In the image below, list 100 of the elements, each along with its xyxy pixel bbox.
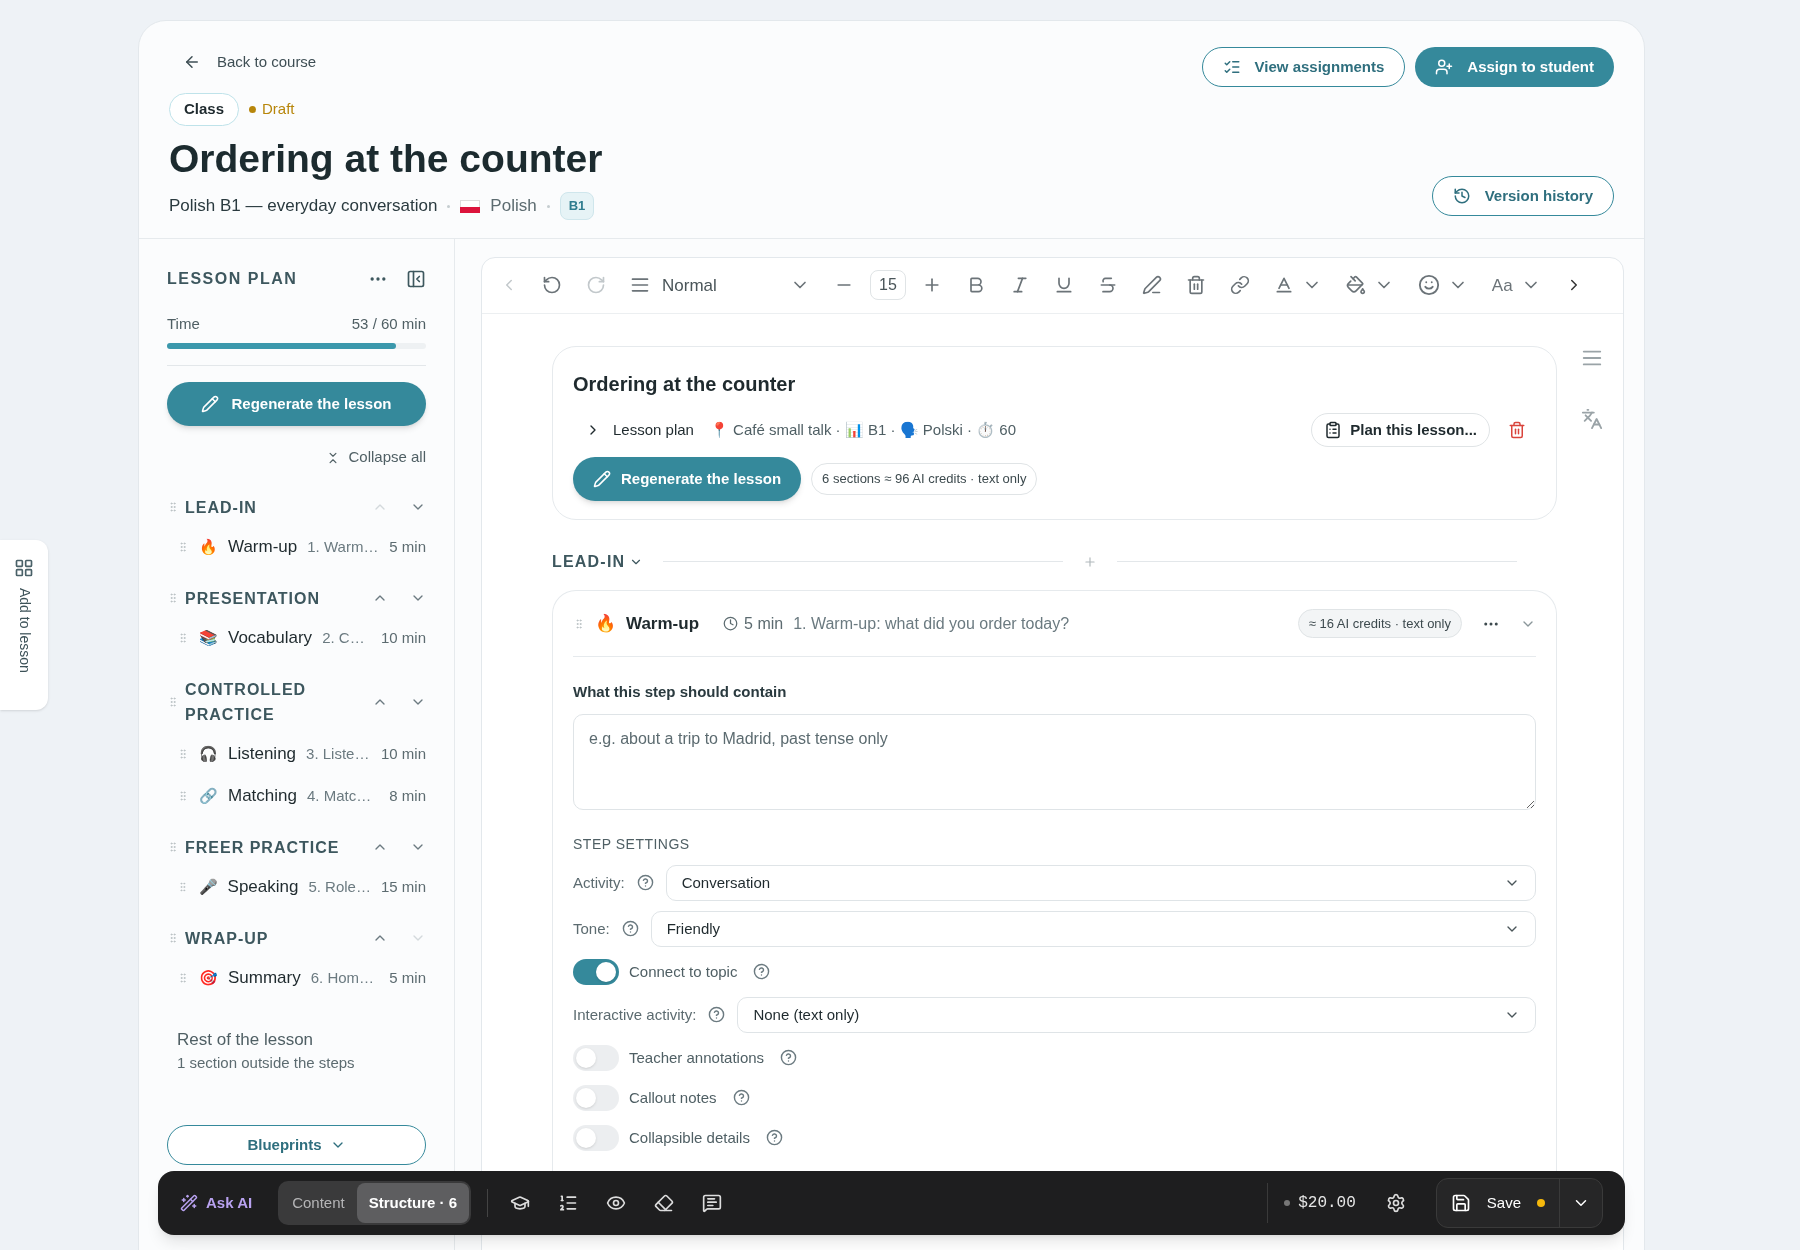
assign-button[interactable]: Assign to student	[1415, 47, 1614, 87]
step-item[interactable]: 🔥 Warm-up 1. Warm… 5 min	[167, 531, 426, 562]
help-icon[interactable]	[708, 1006, 726, 1024]
step-name: Matching	[228, 785, 297, 808]
lesson-plan-label[interactable]: Lesson plan	[613, 418, 694, 442]
step-item[interactable]: 🎯 Summary 6. Hom… 5 min	[167, 962, 426, 993]
drag-handle-icon[interactable]	[573, 617, 585, 630]
save-button[interactable]: Save	[1436, 1191, 1559, 1215]
back-link[interactable]: Back to course	[183, 47, 603, 77]
eraser-icon[interactable]	[654, 1193, 675, 1213]
level-badge: B1	[559, 192, 595, 220]
setting-select[interactable]: Conversation	[665, 864, 1536, 901]
drag-handle-icon[interactable]	[167, 592, 179, 605]
drag-handle-icon[interactable]	[177, 789, 189, 802]
step-description: 5. Role…	[308, 876, 371, 897]
numbered-list-icon[interactable]	[558, 1193, 579, 1213]
pencil-icon	[201, 395, 220, 414]
lesson-plan-heading: LESSON PLAN	[167, 268, 298, 289]
section-title: LEAD-IN	[185, 497, 258, 518]
pen-icon[interactable]	[1141, 275, 1162, 296]
trash-icon[interactable]	[1185, 275, 1206, 296]
delete-icon[interactable]	[1508, 420, 1526, 439]
help-icon[interactable]	[753, 963, 771, 981]
drag-handle-icon[interactable]	[167, 695, 179, 708]
text-case-button[interactable]: Aa	[1491, 272, 1513, 299]
drag-handle-icon[interactable]	[177, 747, 189, 760]
step-emoji: 🎤	[198, 876, 218, 897]
setting-select[interactable]: None (text only)	[737, 996, 1536, 1033]
step-duration: 8 min	[389, 785, 426, 806]
help-icon[interactable]	[765, 1129, 783, 1147]
step-duration: 15 min	[380, 876, 426, 897]
undo-icon[interactable]	[542, 275, 562, 296]
setting-label: Activity:	[573, 872, 625, 893]
page-title: Ordering at the counter	[169, 135, 603, 182]
link-icon[interactable]	[1229, 275, 1250, 296]
card-title: Ordering at the counter	[573, 371, 797, 397]
setting-select[interactable]: Friendly	[650, 910, 1536, 947]
highlight-icon[interactable]	[1345, 275, 1366, 296]
drag-handle-icon[interactable]	[177, 971, 189, 984]
drag-handle-icon[interactable]	[167, 501, 179, 514]
step-item[interactable]: 🔗 Matching 4. Matc… 8 min	[167, 780, 426, 811]
ask-ai-button[interactable]: Ask AI	[180, 1191, 253, 1215]
step-name: Speaking	[227, 876, 299, 899]
comment-icon[interactable]	[702, 1193, 723, 1213]
section-heading[interactable]: LEAD-IN	[552, 549, 644, 574]
collapse-all-button[interactable]: Collapse all	[326, 446, 426, 469]
eye-icon[interactable]	[606, 1193, 627, 1213]
type-badge: Class	[169, 93, 240, 126]
step-emoji: 🎯	[199, 967, 218, 988]
step-item[interactable]: 🎤 Speaking 5. Role… 15 min	[167, 871, 426, 902]
add-to-lesson-tab[interactable]: Add to lesson	[0, 540, 48, 710]
help-icon[interactable]	[621, 920, 639, 938]
drag-handle-icon[interactable]	[167, 841, 179, 854]
translate-icon[interactable]	[1581, 407, 1603, 430]
regenerate-button[interactable]: Regenerate the lesson	[167, 382, 426, 427]
setting-label: Interactive activity:	[573, 1004, 697, 1025]
step-content-field[interactable]: e.g. about a trip to Madrid, past tense only	[573, 713, 1536, 810]
language-label: Polish	[490, 195, 537, 218]
blocks-icon	[14, 558, 34, 578]
emoji-icon[interactable]	[1417, 274, 1440, 297]
step-item[interactable]: 📚 Vocabulary 2. C… 10 min	[167, 622, 426, 653]
step-description: 1. Warm…	[307, 536, 380, 557]
setting-label: Callout notes	[629, 1087, 717, 1108]
setting-label: Teacher annotations	[629, 1047, 765, 1068]
settings-icon[interactable]	[1385, 1193, 1406, 1213]
view-tab[interactable]: Content	[280, 1183, 357, 1223]
drag-handle-icon[interactable]	[177, 540, 189, 553]
view-assignments-button[interactable]: View assignments	[1201, 47, 1406, 87]
step-description: 1. Warm-up: what did you order today?	[793, 613, 1071, 634]
settings-heading: STEP SETTINGS	[573, 834, 691, 854]
history-icon	[1452, 186, 1471, 205]
collapse-panel-icon[interactable]	[406, 268, 426, 289]
regenerate-button[interactable]: Regenerate the lesson	[573, 456, 802, 501]
section-title: WRAP-UP	[185, 928, 270, 949]
toggle-switch[interactable]	[573, 1044, 619, 1071]
drag-handle-icon[interactable]	[167, 932, 179, 945]
toggle-switch[interactable]	[573, 1084, 619, 1111]
font-size-field[interactable]: 15	[870, 270, 906, 301]
step-duration: 5 min	[389, 536, 426, 557]
tab-label: Add to lesson	[15, 588, 34, 673]
step-duration: 5 min	[744, 613, 784, 634]
time-label: Time	[167, 313, 200, 334]
section-title: CONTROLLED PRACTICE	[185, 679, 308, 725]
help-icon[interactable]	[780, 1049, 798, 1067]
version-history-button[interactable]: Version history	[1431, 175, 1614, 216]
step-name: Vocabulary	[228, 627, 313, 650]
toggle-switch[interactable]	[573, 958, 619, 985]
help-icon[interactable]	[636, 874, 654, 892]
help-icon[interactable]	[732, 1089, 750, 1107]
checklist-icon	[1222, 58, 1241, 76]
blueprints-button[interactable]: Blueprints	[167, 1124, 426, 1165]
toggle-switch[interactable]	[573, 1124, 619, 1151]
block-style-select[interactable]: Normal	[630, 272, 810, 299]
step-item[interactable]: 🎧 Listening 3. Liste… 10 min	[167, 738, 426, 769]
graduation-cap-icon[interactable]	[510, 1193, 531, 1213]
drag-handle-icon[interactable]	[177, 631, 189, 644]
step-name: Listening	[228, 743, 297, 766]
view-tab[interactable]: Structure · 6	[356, 1183, 470, 1223]
clipboard-icon	[1324, 420, 1343, 439]
clock-icon	[723, 616, 739, 632]
